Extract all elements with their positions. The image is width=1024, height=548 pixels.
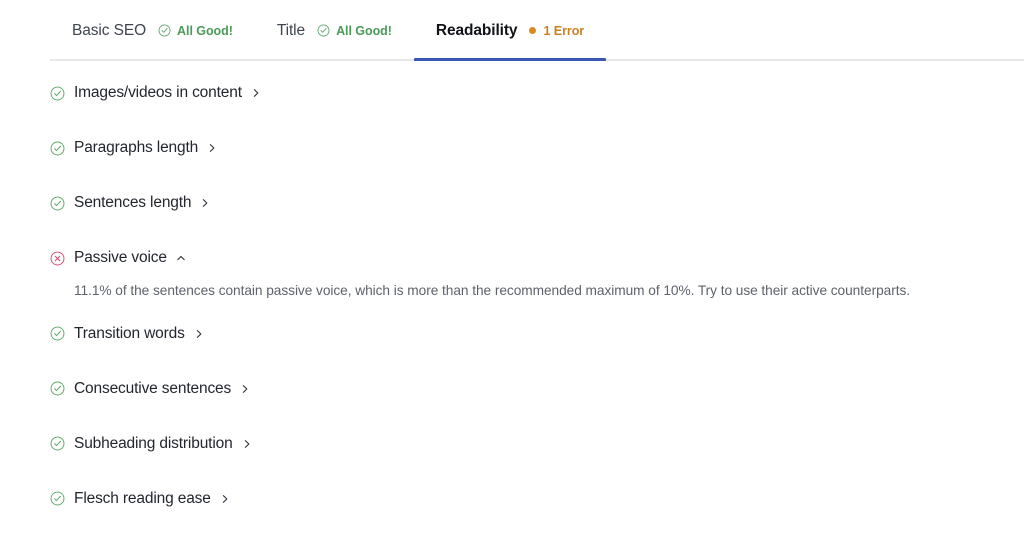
check-item-paragraphs-length: Paragraphs length (0, 135, 1024, 161)
seo-analysis-panel: Basic SEO All Good! Title All Good! Read… (0, 0, 1024, 548)
row-gap (0, 216, 1024, 245)
tab-readability-status: 1 Error (529, 24, 584, 38)
tab-title-status-text: All Good! (336, 23, 392, 38)
check-circle-icon (50, 436, 65, 451)
check-item-label: Flesch reading ease (74, 489, 211, 507)
check-item-label: Sentences length (74, 194, 192, 211)
tab-title-label: Title (276, 21, 306, 39)
tab-readability[interactable]: Readability 1 Error (413, 0, 607, 61)
check-circle-icon (50, 326, 65, 341)
check-item-label: Images/videos in content (74, 84, 242, 101)
check-circle-icon (50, 141, 65, 155)
readability-checklist: Images/videos in content Paragraphs leng… (0, 61, 1024, 512)
tab-readability-label: Readability (435, 21, 518, 39)
check-item-sentences-length: Sentences length (0, 190, 1024, 216)
tab-readability-underline (413, 58, 607, 61)
chevron-right-icon[interactable] (240, 384, 250, 394)
check-item-passive-voice: Passive voice 11.1% of the sentences con… (0, 245, 1024, 301)
error-circle-icon (50, 251, 65, 265)
tab-title[interactable]: Title All Good! (255, 0, 414, 61)
row-gap (0, 402, 1024, 431)
check-circle-icon (50, 491, 65, 506)
check-item-toggle[interactable]: Sentences length (50, 190, 1024, 216)
tab-basic-seo-status-text: All Good! (177, 23, 233, 38)
check-item-toggle[interactable]: Images/videos in content (50, 80, 1024, 106)
tab-basic-seo-label: Basic SEO (72, 21, 147, 39)
check-circle-icon (50, 196, 65, 210)
check-item-label: Consecutive sentences (74, 379, 232, 397)
check-item-images-videos-in-content: Images/videos in content (0, 80, 1024, 106)
check-item-subheading-distribution: Subheading distribution (0, 431, 1024, 457)
check-item-flesch-reading-ease: Flesch reading ease (0, 486, 1024, 512)
chevron-right-icon[interactable] (207, 143, 217, 153)
check-item-label: Subheading distribution (74, 434, 233, 452)
row-gap (0, 106, 1024, 135)
row-gap (0, 347, 1024, 376)
check-circle-icon (158, 24, 171, 37)
check-item-label: Passive voice (74, 249, 167, 266)
check-item-toggle[interactable]: Flesch reading ease (50, 486, 1024, 512)
check-item-toggle[interactable]: Subheading distribution (50, 431, 1024, 457)
tab-basic-seo-status: All Good! (158, 24, 233, 38)
chevron-right-icon[interactable] (242, 439, 252, 449)
chevron-right-icon[interactable] (194, 329, 204, 339)
tab-title-status: All Good! (317, 24, 392, 38)
tab-basic-seo-underline (50, 58, 255, 61)
check-item-description: 11.1% of the sentences contain passive v… (74, 283, 911, 298)
check-item-label: Transition words (74, 324, 185, 342)
analysis-tabbar: Basic SEO All Good! Title All Good! Read… (0, 0, 1024, 61)
check-item-toggle[interactable]: Consecutive sentences (50, 376, 1024, 402)
check-item-toggle[interactable]: Transition words (50, 321, 1024, 347)
check-item-label: Paragraphs length (74, 139, 199, 156)
check-circle-icon (50, 381, 65, 396)
tab-readability-status-text: 1 Error (543, 23, 585, 38)
error-dot-icon (529, 27, 537, 34)
row-gap (0, 161, 1024, 190)
check-item-transition-words: Transition words (0, 321, 1024, 347)
row-gap (0, 457, 1024, 486)
chevron-up-icon[interactable] (176, 253, 186, 263)
check-item-toggle[interactable]: Paragraphs length (50, 135, 1024, 161)
check-circle-icon (50, 86, 65, 100)
tab-title-underline (255, 58, 414, 61)
check-item-consecutive-sentences: Consecutive sentences (0, 376, 1024, 402)
chevron-right-icon[interactable] (251, 88, 261, 98)
check-circle-icon (317, 24, 330, 37)
chevron-right-icon[interactable] (220, 494, 230, 504)
row-gap (0, 301, 1024, 321)
tab-basic-seo[interactable]: Basic SEO All Good! (50, 0, 255, 61)
check-item-toggle[interactable]: Passive voice (50, 245, 1024, 271)
chevron-right-icon[interactable] (200, 198, 210, 208)
